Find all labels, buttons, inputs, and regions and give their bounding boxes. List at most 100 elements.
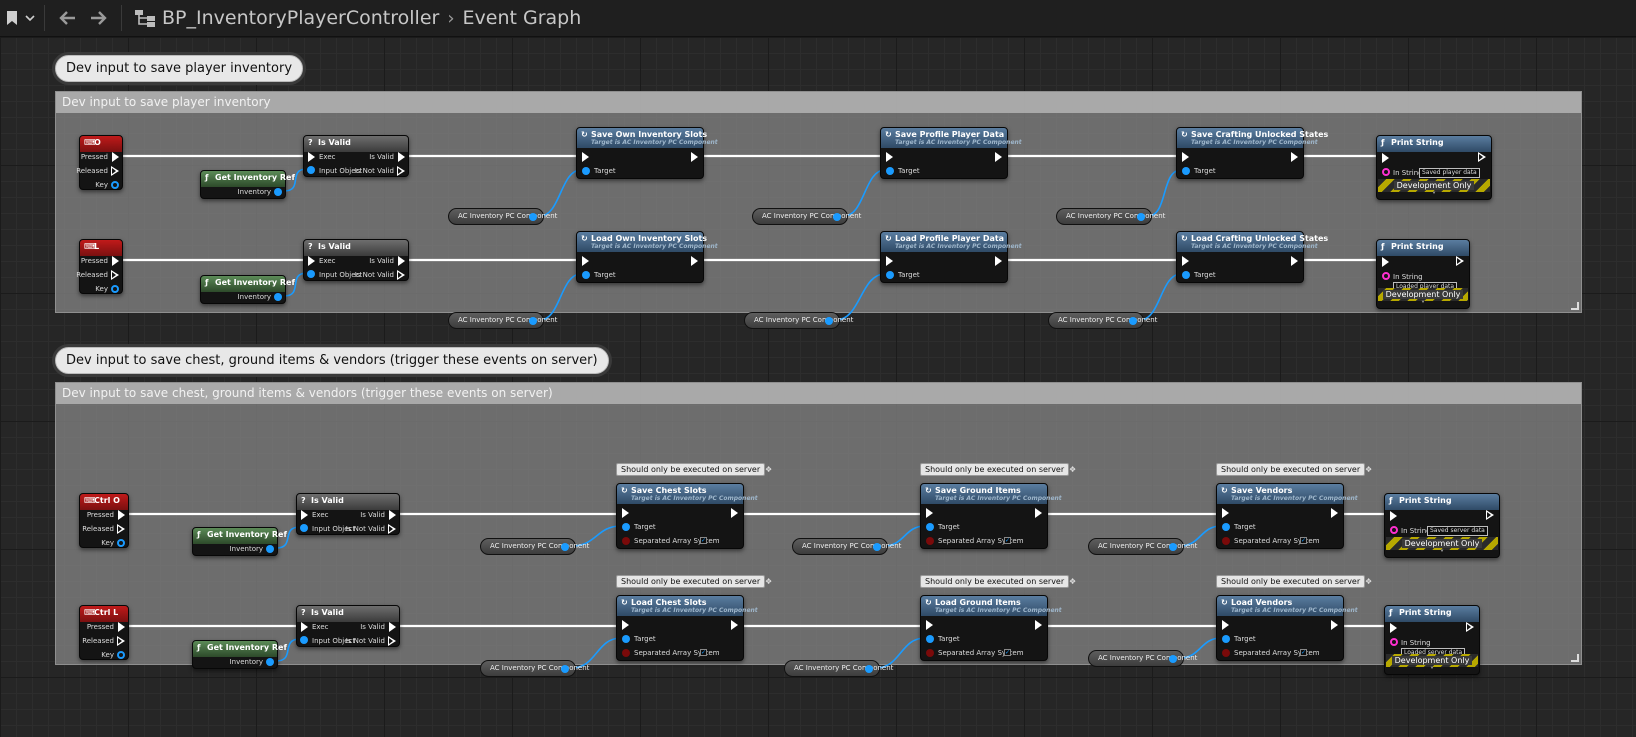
in-string-pin[interactable] [1390, 638, 1398, 646]
separated-array-system-pin[interactable] [1222, 649, 1230, 657]
target-pin[interactable] [926, 523, 934, 531]
exec-out-pin[interactable] [1291, 152, 1298, 162]
key-out-pin[interactable] [117, 651, 125, 659]
key-out-pin[interactable] [117, 539, 125, 547]
expand-chevron-icon[interactable]: ˅ [1377, 191, 1491, 200]
exec-out-pin[interactable] [1331, 620, 1338, 630]
in-string-value-box[interactable]: Saved player data [1419, 168, 1480, 178]
note-close-icon[interactable]: ❖ [1069, 464, 1076, 475]
exec-out-pin[interactable] [1456, 256, 1464, 266]
exec-out-pin-pressed[interactable] [112, 152, 119, 162]
separated-array-system-pin[interactable] [926, 649, 934, 657]
exec-in-pin[interactable] [582, 256, 589, 266]
separated-array-system-pin[interactable] [1222, 537, 1230, 545]
get-inventory-ref-node[interactable]: ƒ Get Inventory Ref Inventory [192, 640, 287, 669]
resize-handle-icon[interactable] [1571, 302, 1579, 310]
exec-out-pin-is-valid[interactable] [389, 622, 396, 632]
is-valid-node[interactable]: ? Is Valid Exec Input Object Is Valid Is Not … [303, 135, 409, 177]
blueprint-hierarchy-icon[interactable] [128, 8, 162, 28]
in-string-value-box[interactable]: Saved server data [1427, 526, 1488, 536]
event-graph-canvas[interactable]: Dev input to save player inventory Dev i… [0, 37, 1636, 737]
ac-inventory-pc-component-getter[interactable]: AC Inventory PC Component [1088, 538, 1197, 555]
exec-out-pin-pressed[interactable] [118, 510, 125, 520]
ac-inventory-pc-component-getter[interactable]: AC Inventory PC Component [752, 208, 861, 225]
component-out-pin[interactable] [873, 543, 881, 551]
ac-inventory-pc-component-getter[interactable]: AC Inventory PC Component [448, 208, 557, 225]
input-object-pin[interactable] [307, 270, 315, 278]
note-close-icon[interactable]: ❖ [1069, 576, 1076, 587]
exec-out-pin[interactable] [1035, 620, 1042, 630]
exec-out-pin[interactable] [1291, 256, 1298, 266]
exec-out-pin-released[interactable] [117, 636, 125, 646]
exec-out-pin[interactable] [995, 152, 1002, 162]
ac-inventory-pc-component-getter[interactable]: AC Inventory PC Component [1088, 650, 1197, 667]
expand-chevron-icon[interactable]: ˅ [1385, 666, 1479, 675]
print-string-node[interactable]: ƒ Print String In String Saved player data D… [1376, 135, 1492, 200]
exec-out-pin[interactable] [1331, 508, 1338, 518]
component-out-pin[interactable] [1129, 317, 1137, 325]
target-pin[interactable] [886, 167, 894, 175]
checkbox[interactable]: ✓ [1004, 649, 1011, 656]
exec-out-pin[interactable] [1466, 622, 1474, 632]
exec-in-pin[interactable] [622, 620, 629, 630]
exec-out-pin[interactable] [1478, 152, 1486, 162]
component-out-pin[interactable] [865, 665, 873, 673]
exec-in-pin[interactable] [1222, 508, 1229, 518]
note-close-icon[interactable]: ❖ [765, 464, 772, 475]
component-out-pin[interactable] [529, 317, 537, 325]
exec-out-pin[interactable] [1035, 508, 1042, 518]
server-note[interactable]: Should only be executed on server ❖ [616, 463, 772, 476]
ac-inventory-pc-component-getter[interactable]: AC Inventory PC Component [480, 538, 589, 555]
exec-out-pin-pressed[interactable] [118, 622, 125, 632]
separated-array-system-pin[interactable] [926, 537, 934, 545]
target-pin[interactable] [582, 167, 590, 175]
function-call-node[interactable]: ↻ Save Profile Player Data Target is AC In… [880, 127, 1022, 179]
server-note[interactable]: Should only be executed on server ❖ [920, 575, 1076, 588]
exec-in-pin[interactable] [926, 620, 933, 630]
input-object-pin[interactable] [300, 636, 308, 644]
exec-out-pin-is-not-valid[interactable] [397, 270, 405, 280]
print-string-node[interactable]: ƒ Print String In String Saved server data D… [1384, 493, 1500, 558]
target-pin[interactable] [1182, 271, 1190, 279]
print-string-node[interactable]: ƒ Print String In String Loaded player data… [1376, 239, 1470, 309]
forward-arrow-icon[interactable] [83, 10, 115, 26]
comment-box[interactable]: Dev input to save chest, ground items & … [55, 382, 1582, 665]
exec-out-pin[interactable] [691, 152, 698, 162]
get-inventory-ref-node[interactable]: ƒ Get Inventory Ref Inventory [192, 527, 287, 556]
exec-in-pin[interactable] [886, 256, 893, 266]
function-call-node[interactable]: ↻ Load Profile Player Data Target is AC In… [880, 231, 1022, 283]
component-out-pin[interactable] [1137, 213, 1145, 221]
note-close-icon[interactable]: ❖ [1365, 576, 1372, 587]
target-pin[interactable] [926, 635, 934, 643]
checkbox[interactable]: ✓ [1300, 537, 1307, 544]
component-out-pin[interactable] [1169, 543, 1177, 551]
get-inventory-ref-node[interactable]: ƒ Get Inventory Ref Inventory [200, 275, 295, 304]
function-call-node[interactable]: ↻ Save Vendors Target is AC Inventory PC C… [1216, 483, 1358, 549]
exec-in-pin[interactable] [622, 508, 629, 518]
server-note[interactable]: Should only be executed on server ❖ [1216, 575, 1372, 588]
resize-handle-icon[interactable] [1571, 654, 1579, 662]
component-out-pin[interactable] [825, 317, 833, 325]
server-note[interactable]: Should only be executed on server ❖ [1216, 463, 1372, 476]
component-out-pin[interactable] [529, 213, 537, 221]
breadcrumb-graph[interactable]: Event Graph [463, 7, 582, 29]
exec-in-pin[interactable] [301, 510, 308, 520]
component-out-pin[interactable] [561, 543, 569, 551]
checkbox[interactable]: ✓ [700, 537, 707, 544]
keyboard-event-node[interactable]: ⌨ L Pressed Released Key [76, 239, 123, 294]
expand-chevron-icon[interactable]: ˅ [1377, 300, 1469, 309]
bookmark-icon[interactable] [2, 10, 22, 26]
get-inventory-ref-node[interactable]: ƒ Get Inventory Ref Inventory [200, 170, 295, 199]
exec-in-pin[interactable] [308, 152, 315, 162]
exec-out-pin-is-not-valid[interactable] [388, 636, 396, 646]
is-valid-node[interactable]: ? Is Valid Exec Input Object Is Valid Is Not … [296, 493, 400, 535]
exec-in-pin[interactable] [582, 152, 589, 162]
component-out-pin[interactable] [833, 213, 841, 221]
component-out-pin[interactable] [561, 665, 569, 673]
server-note[interactable]: Should only be executed on server ❖ [920, 463, 1076, 476]
in-string-pin[interactable] [1382, 272, 1390, 280]
exec-out-pin[interactable] [731, 508, 738, 518]
function-call-node[interactable]: ↻ Load Ground Items Target is AC Inventory… [920, 595, 1062, 661]
exec-out-pin-is-valid[interactable] [389, 510, 396, 520]
keyboard-event-node[interactable]: ⌨ O Pressed Released Key [76, 135, 123, 190]
